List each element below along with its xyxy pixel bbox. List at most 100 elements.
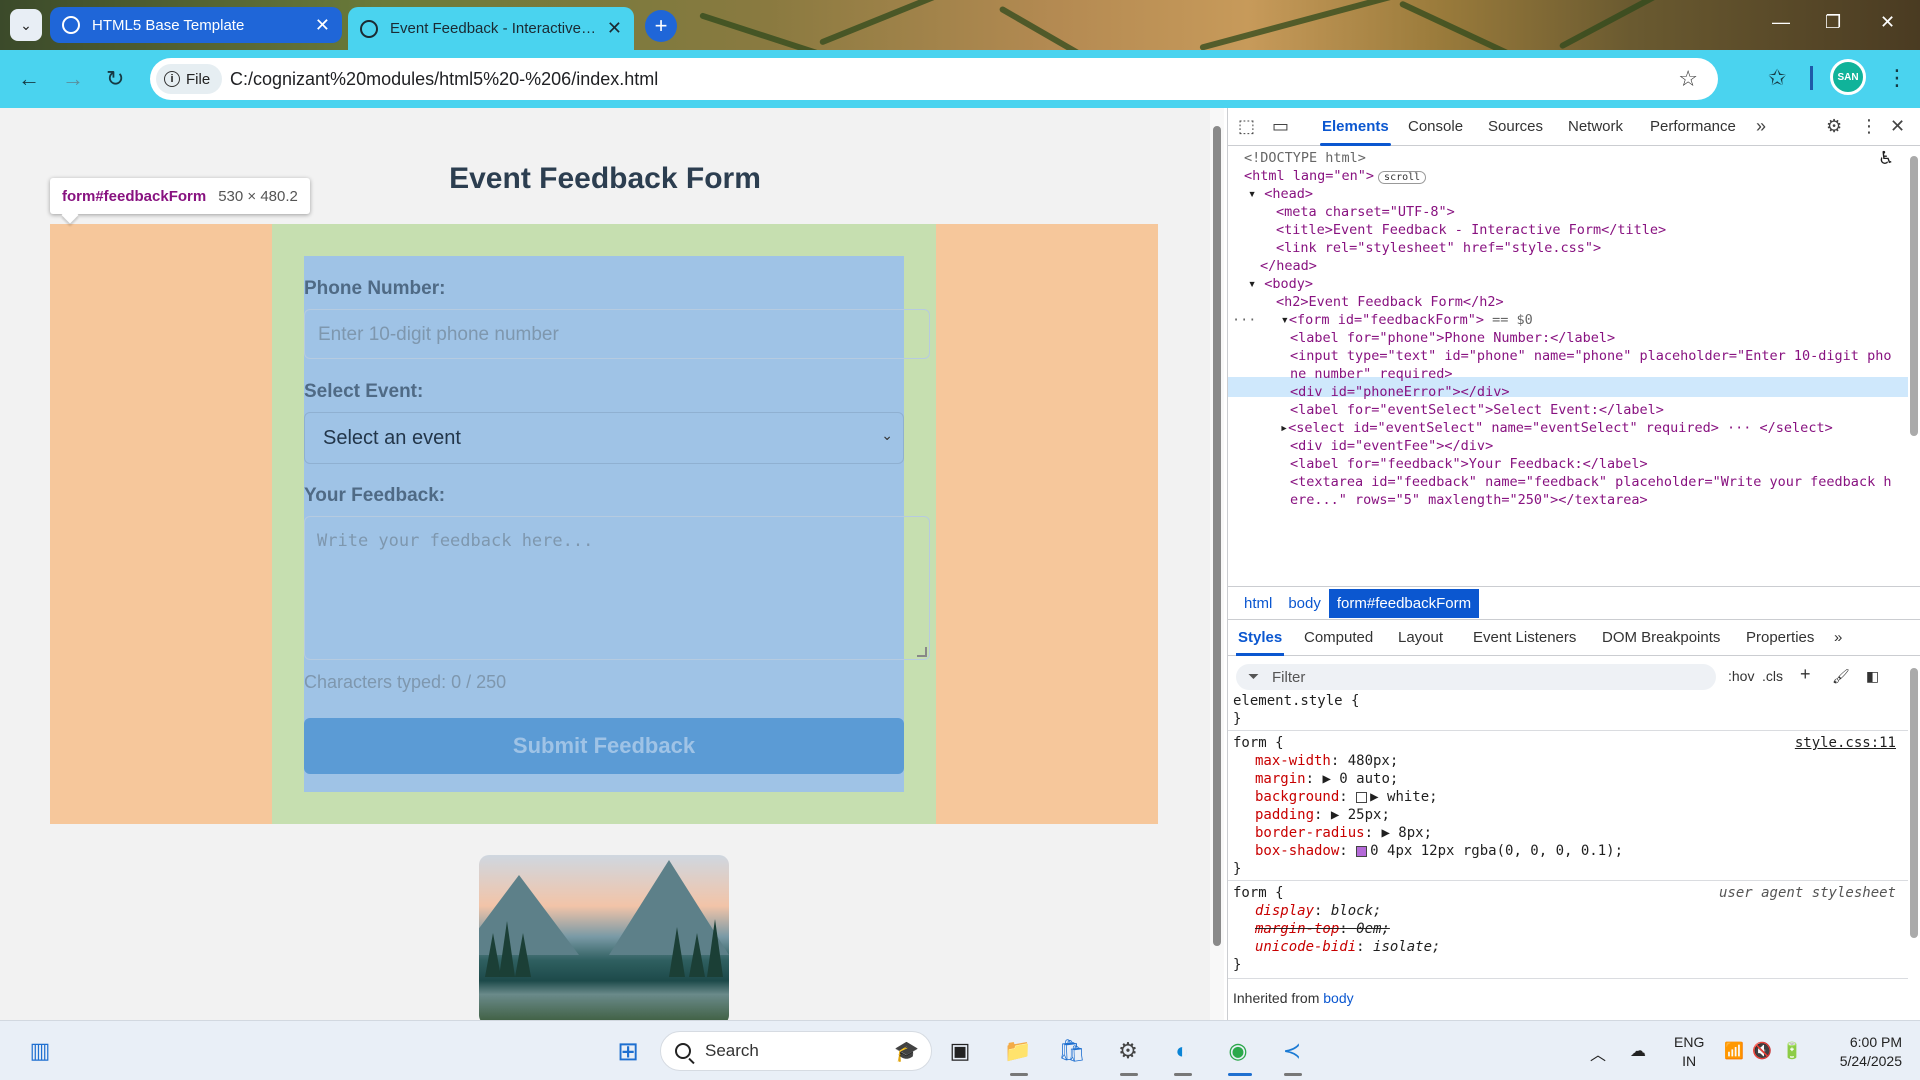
dom-line[interactable]: <label for="feedback">Your Feedback:</la… bbox=[1290, 456, 1648, 472]
new-tab-button[interactable]: + bbox=[645, 10, 677, 42]
collapse-triangle-icon[interactable]: ▸ bbox=[1280, 420, 1288, 436]
css-declaration[interactable]: padding: ▶ 25px; bbox=[1255, 807, 1390, 823]
bookmark-star-icon[interactable]: ☆ bbox=[1678, 66, 1698, 92]
css-declaration[interactable]: box-shadow: 0 4px 12px rgba(0, 0, 0, 0.1… bbox=[1255, 843, 1623, 859]
page-scrollbar[interactable] bbox=[1210, 108, 1224, 1020]
dom-line[interactable]: <textarea id="feedback" name="feedback" … bbox=[1290, 474, 1891, 490]
start-windows-icon[interactable]: ⊞ bbox=[612, 1035, 644, 1067]
dom-line[interactable]: <!DOCTYPE html> bbox=[1244, 150, 1366, 166]
dom-scrollbar[interactable] bbox=[1910, 156, 1918, 436]
dom-line[interactable]: <div id="eventFee"></div> bbox=[1290, 438, 1493, 454]
task-view-icon[interactable]: ▣ bbox=[944, 1035, 976, 1067]
scroll-badge[interactable]: scroll bbox=[1378, 171, 1427, 184]
scrollbar-thumb[interactable] bbox=[1213, 126, 1221, 946]
css-declaration[interactable]: border-radius: ▶ 8px; bbox=[1255, 825, 1432, 841]
dom-line[interactable]: <html lang="en"> scroll bbox=[1244, 168, 1427, 184]
source-link[interactable]: style.css:11 bbox=[1795, 735, 1896, 751]
dom-line[interactable]: <title>Event Feedback - Interactive Form… bbox=[1276, 222, 1666, 238]
dom-line[interactable]: </head> bbox=[1260, 258, 1317, 274]
volume-muted-icon[interactable]: 🔇 bbox=[1752, 1041, 1772, 1061]
onedrive-icon[interactable]: ☁ bbox=[1630, 1041, 1646, 1061]
expand-triangle-icon[interactable]: ▾ bbox=[1248, 276, 1256, 292]
tab-html5-base-template[interactable]: HTML5 Base Template ✕ bbox=[50, 7, 342, 43]
dom-line[interactable]: ne number" required> bbox=[1290, 366, 1453, 382]
settings-gear-icon[interactable]: ⚙ bbox=[1826, 116, 1842, 137]
system-clock[interactable]: 6:00 PM 5/24/2025 bbox=[1826, 1033, 1902, 1071]
tab-elements[interactable]: Elements bbox=[1320, 118, 1391, 146]
dom-line[interactable]: <label for="phone">Phone Number:</label> bbox=[1290, 330, 1615, 346]
profile-avatar[interactable]: SAN bbox=[1830, 59, 1866, 95]
tab-layout[interactable]: Layout bbox=[1398, 629, 1443, 646]
color-swatch[interactable] bbox=[1356, 791, 1368, 803]
edge-browser-icon[interactable]: ◐ bbox=[1166, 1035, 1198, 1067]
tab-computed[interactable]: Computed bbox=[1304, 629, 1373, 646]
styles-filter-input[interactable]: ⏷ Filter bbox=[1236, 664, 1716, 690]
dom-line[interactable]: ▸<select id="eventSelect" name="eventSel… bbox=[1280, 420, 1833, 436]
expand-triangle-icon[interactable]: ▾ bbox=[1281, 312, 1289, 328]
device-toolbar-icon[interactable]: ▭ bbox=[1272, 116, 1289, 137]
css-declaration[interactable]: margin: ▶ 0 auto; bbox=[1255, 771, 1398, 787]
css-declaration-overridden[interactable]: margin-top: 0em; bbox=[1255, 921, 1390, 937]
new-rule-icon[interactable]: + bbox=[1800, 664, 1811, 685]
language-indicator[interactable]: ENG IN bbox=[1674, 1033, 1704, 1071]
tab-sources[interactable]: Sources bbox=[1488, 118, 1543, 135]
phone-input[interactable]: Enter 10-digit phone number bbox=[304, 309, 930, 359]
dom-line[interactable]: <h2>Event Feedback Form</h2> bbox=[1276, 294, 1504, 310]
ellipsis-icon[interactable]: ··· bbox=[1232, 312, 1256, 328]
sidebar-toggle-icon[interactable]: ◧ bbox=[1866, 668, 1879, 685]
favorites-icon[interactable]: ✩ bbox=[1768, 65, 1786, 91]
close-devtools-icon[interactable]: ✕ bbox=[1890, 116, 1905, 137]
css-declaration[interactable]: display: block; bbox=[1255, 903, 1381, 919]
css-declaration[interactable]: unicode-bidi: isolate; bbox=[1255, 939, 1440, 955]
tab-event-feedback[interactable]: Event Feedback - Interactive Form ✕ bbox=[348, 7, 634, 50]
tab-performance[interactable]: Performance bbox=[1650, 118, 1736, 135]
window-close-icon[interactable]: ✕ bbox=[1880, 12, 1895, 33]
widgets-icon[interactable]: ▥ bbox=[24, 1035, 56, 1067]
dom-line-selected[interactable]: ··· ▾<form id="feedbackForm"> == $0 bbox=[1232, 312, 1533, 328]
forward-arrow-icon[interactable]: → bbox=[62, 66, 84, 92]
wifi-icon[interactable]: 📶 bbox=[1724, 1041, 1744, 1061]
close-icon[interactable]: ✕ bbox=[315, 15, 330, 36]
cls-toggle[interactable]: .cls bbox=[1762, 668, 1783, 684]
inspect-element-icon[interactable]: ⬚ bbox=[1238, 116, 1255, 137]
tab-console[interactable]: Console bbox=[1408, 118, 1463, 135]
css-declaration[interactable]: max-width: 480px; bbox=[1255, 753, 1398, 769]
vscode-icon[interactable]: ≺ bbox=[1276, 1035, 1308, 1067]
dom-line[interactable]: <input type="text" id="phone" name="phon… bbox=[1290, 348, 1891, 364]
taskbar-search[interactable]: Search 🎓 bbox=[660, 1031, 932, 1071]
tab-properties[interactable]: Properties bbox=[1746, 629, 1814, 646]
paint-icon[interactable]: 🖌 bbox=[1832, 668, 1850, 685]
more-options-icon[interactable]: ⋮ bbox=[1860, 116, 1878, 137]
expand-triangle-icon[interactable]: ▾ bbox=[1248, 186, 1256, 202]
dom-line[interactable]: <div id="phoneError"></div> bbox=[1290, 384, 1509, 400]
tab-styles[interactable]: Styles bbox=[1235, 629, 1285, 656]
tab-network[interactable]: Network bbox=[1568, 118, 1623, 135]
dom-line[interactable]: ▾ <head> bbox=[1248, 186, 1313, 202]
more-tabs-icon[interactable]: » bbox=[1756, 116, 1766, 137]
event-select[interactable]: Select an event ⌄ bbox=[304, 412, 904, 464]
feedback-textarea[interactable]: Write your feedback here... bbox=[304, 516, 930, 660]
shadow-editor-icon[interactable] bbox=[1356, 845, 1368, 857]
hov-toggle[interactable]: :hov bbox=[1728, 668, 1754, 684]
store-icon[interactable]: 🛍 bbox=[1056, 1035, 1088, 1067]
more-menu-icon[interactable]: ⋮ bbox=[1886, 65, 1908, 91]
css-declaration[interactable]: background: ▶ white; bbox=[1255, 789, 1438, 805]
site-info-chip[interactable]: i File bbox=[156, 64, 223, 94]
accessibility-icon[interactable]: ♿ bbox=[1878, 148, 1894, 169]
inherited-source[interactable]: body bbox=[1323, 990, 1353, 1006]
more-tabs-icon[interactable]: » bbox=[1834, 629, 1842, 646]
dom-line[interactable]: <meta charset="UTF-8"> bbox=[1276, 204, 1455, 220]
dom-line[interactable]: <link rel="stylesheet" href="style.css"> bbox=[1276, 240, 1601, 256]
settings-gear-icon[interactable]: ⚙ bbox=[1112, 1035, 1144, 1067]
styles-scrollbar[interactable] bbox=[1910, 668, 1918, 938]
crumb-body[interactable]: body bbox=[1280, 589, 1329, 618]
resize-handle-icon[interactable] bbox=[917, 647, 927, 657]
reload-icon[interactable]: ↻ bbox=[106, 66, 124, 92]
dom-line[interactable]: ere..." rows="5" maxlength="250"></texta… bbox=[1290, 492, 1648, 508]
file-explorer-icon[interactable]: 📁 bbox=[1002, 1035, 1034, 1067]
minimize-icon[interactable]: — bbox=[1772, 12, 1790, 33]
ua-rule-selector[interactable]: form { bbox=[1233, 885, 1284, 901]
tab-search-button[interactable]: ⌄ bbox=[10, 9, 42, 41]
element-style-rule[interactable]: element.style { bbox=[1233, 693, 1359, 709]
battery-icon[interactable]: 🔋 bbox=[1782, 1041, 1802, 1061]
